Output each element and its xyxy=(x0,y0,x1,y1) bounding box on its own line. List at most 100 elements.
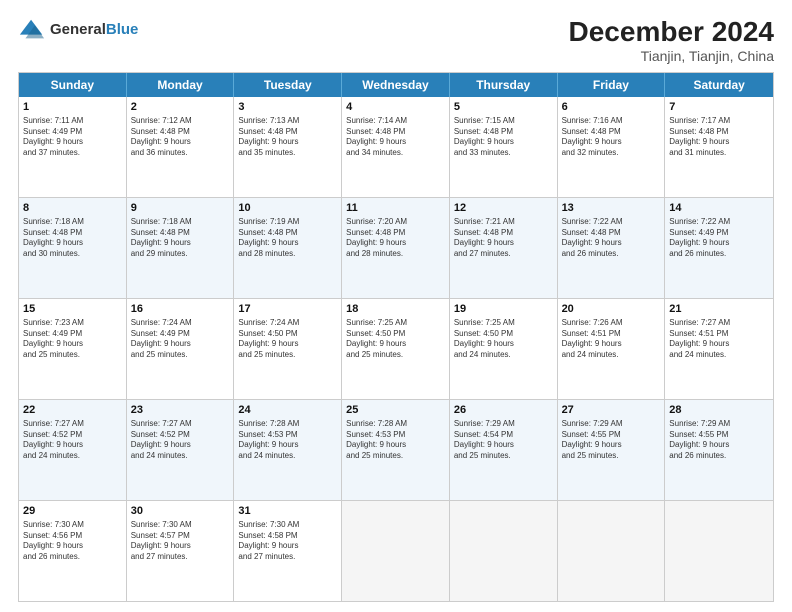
calendar-cell: 24Sunrise: 7:28 AMSunset: 4:53 PMDayligh… xyxy=(234,400,342,500)
cell-info: Sunrise: 7:27 AM xyxy=(23,419,122,430)
cell-info: and 24 minutes. xyxy=(238,451,337,462)
title-block: December 2024 Tianjin, Tianjin, China xyxy=(569,16,774,64)
cell-info: Sunset: 4:55 PM xyxy=(669,430,769,441)
day-number: 24 xyxy=(238,403,337,418)
calendar-cell: 12Sunrise: 7:21 AMSunset: 4:48 PMDayligh… xyxy=(450,198,558,298)
cell-info: Daylight: 9 hours xyxy=(669,440,769,451)
day-number: 6 xyxy=(562,100,661,115)
cell-info: Sunrise: 7:28 AM xyxy=(238,419,337,430)
weekday-header: Tuesday xyxy=(234,73,342,97)
calendar-cell: 28Sunrise: 7:29 AMSunset: 4:55 PMDayligh… xyxy=(665,400,773,500)
header: GeneralBlue December 2024 Tianjin, Tianj… xyxy=(18,16,774,64)
cell-info: and 27 minutes. xyxy=(238,552,337,563)
cell-info: Daylight: 9 hours xyxy=(131,339,230,350)
day-number: 10 xyxy=(238,201,337,216)
cell-info: Sunset: 4:50 PM xyxy=(454,329,553,340)
cell-info: Sunrise: 7:29 AM xyxy=(454,419,553,430)
cell-info: Daylight: 9 hours xyxy=(454,137,553,148)
calendar-body: 1Sunrise: 7:11 AMSunset: 4:49 PMDaylight… xyxy=(19,97,773,601)
logo-text: GeneralBlue xyxy=(50,21,138,39)
cell-info: Sunset: 4:48 PM xyxy=(238,127,337,138)
cell-info: Daylight: 9 hours xyxy=(669,238,769,249)
day-number: 17 xyxy=(238,302,337,317)
calendar-cell: 11Sunrise: 7:20 AMSunset: 4:48 PMDayligh… xyxy=(342,198,450,298)
cell-info: Sunset: 4:48 PM xyxy=(23,228,122,239)
calendar-cell: 7Sunrise: 7:17 AMSunset: 4:48 PMDaylight… xyxy=(665,97,773,197)
cell-info: and 25 minutes. xyxy=(454,451,553,462)
calendar-header: SundayMondayTuesdayWednesdayThursdayFrid… xyxy=(19,73,773,97)
calendar-cell: 4Sunrise: 7:14 AMSunset: 4:48 PMDaylight… xyxy=(342,97,450,197)
cell-info: Sunset: 4:55 PM xyxy=(562,430,661,441)
cell-info: Sunrise: 7:30 AM xyxy=(131,520,230,531)
weekday-header: Saturday xyxy=(665,73,773,97)
calendar-row: 22Sunrise: 7:27 AMSunset: 4:52 PMDayligh… xyxy=(19,399,773,500)
cell-info: and 25 minutes. xyxy=(346,451,445,462)
cell-info: Daylight: 9 hours xyxy=(23,137,122,148)
cell-info: and 29 minutes. xyxy=(131,249,230,260)
cell-info: and 25 minutes. xyxy=(131,350,230,361)
cell-info: and 26 minutes. xyxy=(562,249,661,260)
day-number: 18 xyxy=(346,302,445,317)
cell-info: Sunrise: 7:24 AM xyxy=(131,318,230,329)
cell-info: and 26 minutes. xyxy=(669,249,769,260)
cell-info: Sunset: 4:48 PM xyxy=(454,127,553,138)
calendar-cell: 17Sunrise: 7:24 AMSunset: 4:50 PMDayligh… xyxy=(234,299,342,399)
calendar-cell: 5Sunrise: 7:15 AMSunset: 4:48 PMDaylight… xyxy=(450,97,558,197)
cell-info: Sunrise: 7:29 AM xyxy=(669,419,769,430)
cell-info: and 32 minutes. xyxy=(562,148,661,159)
cell-info: Sunset: 4:53 PM xyxy=(346,430,445,441)
cell-info: Daylight: 9 hours xyxy=(238,541,337,552)
cell-info: Sunrise: 7:24 AM xyxy=(238,318,337,329)
cell-info: and 27 minutes. xyxy=(454,249,553,260)
day-number: 12 xyxy=(454,201,553,216)
cell-info: Sunrise: 7:26 AM xyxy=(562,318,661,329)
cell-info: Sunset: 4:48 PM xyxy=(238,228,337,239)
weekday-header: Wednesday xyxy=(342,73,450,97)
calendar-cell: 27Sunrise: 7:29 AMSunset: 4:55 PMDayligh… xyxy=(558,400,666,500)
cell-info: Sunrise: 7:14 AM xyxy=(346,116,445,127)
day-number: 21 xyxy=(669,302,769,317)
day-number: 16 xyxy=(131,302,230,317)
calendar-cell: 21Sunrise: 7:27 AMSunset: 4:51 PMDayligh… xyxy=(665,299,773,399)
cell-info: Sunset: 4:57 PM xyxy=(131,531,230,542)
cell-info: Sunset: 4:49 PM xyxy=(23,329,122,340)
cell-info: and 37 minutes. xyxy=(23,148,122,159)
cell-info: Sunset: 4:49 PM xyxy=(669,228,769,239)
cell-info: and 24 minutes. xyxy=(23,451,122,462)
cell-info: Sunset: 4:48 PM xyxy=(131,228,230,239)
cell-info: Sunset: 4:48 PM xyxy=(454,228,553,239)
cell-info: Sunset: 4:48 PM xyxy=(346,228,445,239)
calendar-cell: 26Sunrise: 7:29 AMSunset: 4:54 PMDayligh… xyxy=(450,400,558,500)
calendar-row: 8Sunrise: 7:18 AMSunset: 4:48 PMDaylight… xyxy=(19,197,773,298)
cell-info: and 35 minutes. xyxy=(238,148,337,159)
calendar-cell: 18Sunrise: 7:25 AMSunset: 4:50 PMDayligh… xyxy=(342,299,450,399)
cell-info: and 24 minutes. xyxy=(454,350,553,361)
cell-info: Daylight: 9 hours xyxy=(131,238,230,249)
calendar-cell xyxy=(450,501,558,601)
weekday-header: Thursday xyxy=(450,73,558,97)
cell-info: Daylight: 9 hours xyxy=(669,137,769,148)
day-number: 8 xyxy=(23,201,122,216)
cell-info: Sunset: 4:49 PM xyxy=(23,127,122,138)
cell-info: Daylight: 9 hours xyxy=(346,440,445,451)
calendar-row: 29Sunrise: 7:30 AMSunset: 4:56 PMDayligh… xyxy=(19,500,773,601)
cell-info: and 33 minutes. xyxy=(454,148,553,159)
day-number: 27 xyxy=(562,403,661,418)
cell-info: Sunset: 4:52 PM xyxy=(23,430,122,441)
cell-info: Sunrise: 7:16 AM xyxy=(562,116,661,127)
cell-info: Sunrise: 7:25 AM xyxy=(454,318,553,329)
cell-info: Sunrise: 7:18 AM xyxy=(23,217,122,228)
day-number: 19 xyxy=(454,302,553,317)
day-number: 2 xyxy=(131,100,230,115)
logo-icon xyxy=(18,16,46,44)
calendar-cell: 2Sunrise: 7:12 AMSunset: 4:48 PMDaylight… xyxy=(127,97,235,197)
cell-info: Sunset: 4:50 PM xyxy=(346,329,445,340)
cell-info: and 34 minutes. xyxy=(346,148,445,159)
day-number: 28 xyxy=(669,403,769,418)
cell-info: Daylight: 9 hours xyxy=(346,137,445,148)
calendar-row: 1Sunrise: 7:11 AMSunset: 4:49 PMDaylight… xyxy=(19,97,773,197)
cell-info: and 26 minutes. xyxy=(23,552,122,563)
cell-info: Sunrise: 7:27 AM xyxy=(131,419,230,430)
cell-info: Daylight: 9 hours xyxy=(562,440,661,451)
calendar-cell: 14Sunrise: 7:22 AMSunset: 4:49 PMDayligh… xyxy=(665,198,773,298)
